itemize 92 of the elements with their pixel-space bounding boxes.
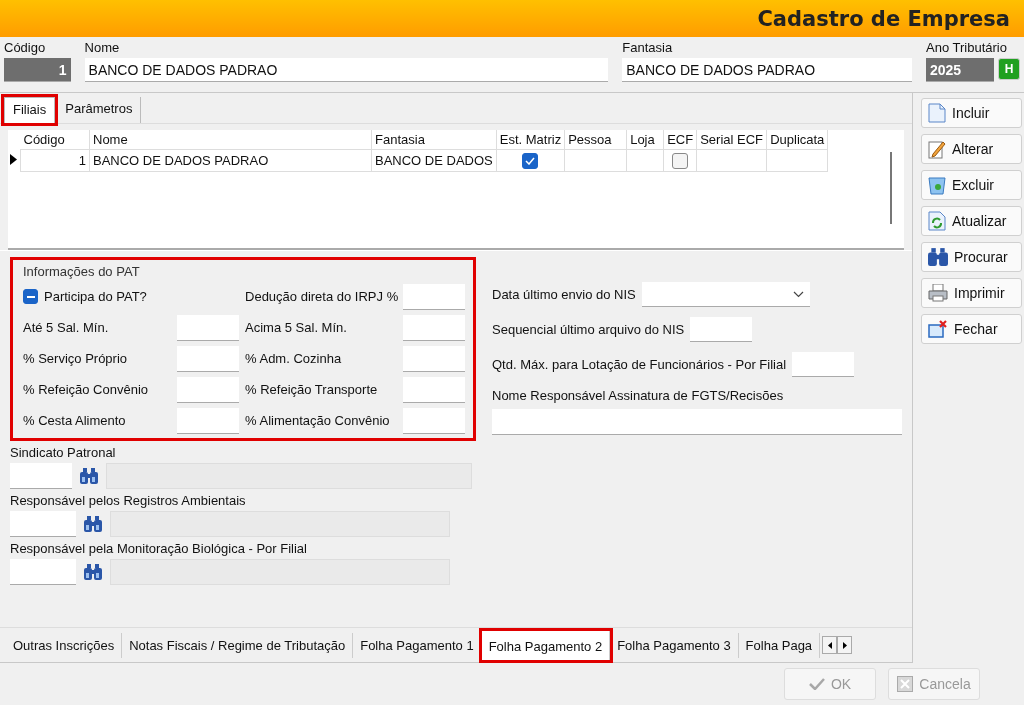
code-field[interactable]: 1 bbox=[4, 58, 71, 82]
tab[interactable]: Outras Inscrições bbox=[6, 632, 123, 658]
search-icon[interactable] bbox=[84, 516, 102, 532]
input-field[interactable] bbox=[10, 559, 76, 585]
chevron-down-icon bbox=[792, 290, 804, 298]
tab[interactable]: Folha Paga bbox=[738, 632, 821, 658]
tab[interactable]: Folha Pagamento 3 bbox=[610, 632, 739, 658]
input-field[interactable] bbox=[10, 511, 76, 537]
close-window-icon bbox=[928, 320, 948, 338]
input-field[interactable] bbox=[403, 314, 465, 341]
bin-icon bbox=[928, 175, 946, 195]
scrollbar[interactable] bbox=[890, 152, 892, 224]
input-field[interactable] bbox=[177, 345, 239, 372]
column-header: Fantasia bbox=[371, 130, 497, 150]
column-header: Duplicata bbox=[766, 130, 828, 150]
field-label: Dedução direta do IRPJ % bbox=[245, 289, 399, 304]
pencil-icon bbox=[928, 139, 946, 159]
field-label: Fantasia bbox=[622, 40, 674, 55]
checkbox[interactable] bbox=[672, 152, 689, 169]
action-button[interactable]: Procurar bbox=[921, 242, 1022, 272]
field-label: Nome Responsável Assinatura de FGTS/Recisões bbox=[492, 388, 785, 403]
date-dropdown[interactable] bbox=[641, 282, 810, 307]
checkbox[interactable] bbox=[23, 289, 38, 304]
search-icon[interactable] bbox=[80, 468, 98, 484]
check-icon bbox=[808, 678, 825, 690]
input-field[interactable] bbox=[403, 407, 465, 434]
column-header: Loja bbox=[626, 130, 664, 150]
field-label: Nome bbox=[84, 40, 121, 55]
input-field[interactable] bbox=[690, 317, 753, 342]
year-field[interactable]: 2025 bbox=[926, 58, 994, 82]
field-label: Acima 5 Sal. Mín. bbox=[245, 320, 347, 335]
action-button[interactable]: Incluir bbox=[921, 98, 1022, 128]
field-label: Sindicato Patronal bbox=[10, 445, 117, 460]
tab[interactable]: Folha Pagamento 2 bbox=[481, 630, 611, 660]
field-label: % Serviço Próprio bbox=[23, 351, 128, 366]
window-title: Cadastro de Empresa bbox=[757, 6, 1010, 31]
input-field[interactable] bbox=[403, 376, 465, 403]
trade-name-field[interactable]: BANCO DE DADOS PADRAO bbox=[622, 58, 912, 82]
column-header: Nome bbox=[89, 130, 372, 150]
field-label: Ano Tributário bbox=[926, 40, 1008, 55]
input-field[interactable] bbox=[792, 352, 855, 377]
left-arrow-icon bbox=[827, 641, 832, 649]
tab[interactable]: Filiais bbox=[4, 97, 56, 123]
tab[interactable]: Notas Fiscais / Regime de Tributação bbox=[122, 632, 354, 658]
action-button[interactable]: Excluir bbox=[921, 170, 1022, 200]
action-button[interactable]: Imprimir bbox=[921, 278, 1022, 308]
action-button[interactable]: Atualizar bbox=[921, 206, 1022, 236]
tab[interactable]: Parâmetros bbox=[57, 97, 142, 123]
binoculars-icon bbox=[928, 248, 948, 266]
minus-icon bbox=[26, 295, 35, 298]
field-label: % Cesta Alimento bbox=[23, 413, 126, 428]
input-field[interactable] bbox=[177, 407, 239, 434]
scroll-left-button[interactable] bbox=[822, 636, 838, 654]
field-label: Até 5 Sal. Mín. bbox=[23, 320, 109, 335]
refresh-icon bbox=[928, 211, 946, 231]
action-button[interactable]: Fechar bbox=[921, 314, 1022, 344]
column-header: Pessoa bbox=[564, 130, 627, 150]
scroll-right-button[interactable] bbox=[837, 636, 853, 654]
column-header: Serial ECF bbox=[696, 130, 767, 150]
column-header: Código bbox=[20, 130, 90, 150]
checkbox[interactable] bbox=[522, 152, 539, 169]
column-header: Est. Matriz bbox=[496, 130, 565, 150]
name-field[interactable]: BANCO DE DADOS PADRAO bbox=[84, 58, 609, 82]
input-field[interactable] bbox=[10, 463, 72, 489]
field-label: Qtd. Máx. para Lotação de Funcionários - Por Filial bbox=[492, 357, 787, 372]
right-arrow-icon bbox=[842, 641, 847, 649]
checkbox-label: Participa do PAT? bbox=[44, 289, 147, 304]
input-field[interactable] bbox=[492, 409, 902, 435]
field-label: Código bbox=[4, 40, 47, 55]
field-label: % Adm. Cozinha bbox=[245, 351, 342, 366]
field-label: % Alimentação Convênio bbox=[245, 413, 390, 428]
input-field[interactable] bbox=[177, 376, 239, 403]
field-label: Data último envio do NIS bbox=[492, 287, 636, 302]
table-cell: 1 bbox=[20, 149, 90, 172]
field-label: Responsável pela Monitoração Biológica - Por Filial bbox=[10, 541, 308, 556]
input-field[interactable] bbox=[177, 314, 239, 341]
document-icon bbox=[928, 103, 946, 123]
search-icon[interactable] bbox=[84, 564, 102, 580]
check-icon bbox=[525, 156, 536, 165]
printer-icon bbox=[928, 284, 948, 302]
column-header: ECF bbox=[663, 130, 697, 150]
table-cell: BANCO DE DADOS PADRAO bbox=[89, 149, 372, 172]
field-label: % Refeição Convênio bbox=[23, 382, 149, 397]
field-label: % Refeição Transporte bbox=[245, 382, 378, 397]
field-label: Responsável pelos Registros Ambientais bbox=[10, 493, 247, 508]
input-field[interactable] bbox=[403, 283, 465, 310]
table-cell: BANCO DE DADOS bbox=[371, 149, 497, 172]
input-field[interactable] bbox=[403, 345, 465, 372]
field-label: Sequencial último arquivo do NIS bbox=[492, 322, 685, 337]
action-button[interactable]: Alterar bbox=[921, 134, 1022, 164]
cancel-icon bbox=[897, 676, 914, 692]
group-title: Informações do PAT bbox=[23, 264, 141, 279]
